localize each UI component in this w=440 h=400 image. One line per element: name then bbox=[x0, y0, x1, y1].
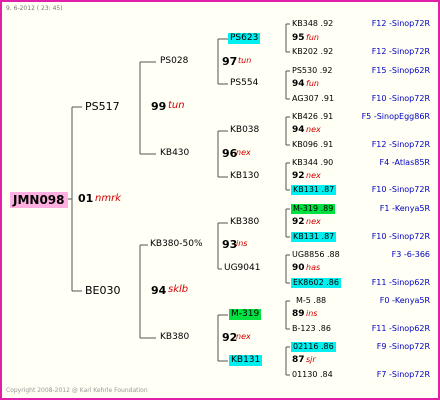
gen1-dam-tag: sklb bbox=[168, 284, 189, 295]
gen4-node[interactable]: KB426 .91 bbox=[292, 113, 333, 121]
gen4-location: F11 -Sinop62R bbox=[371, 278, 430, 287]
gen3-tag: nex bbox=[306, 217, 321, 226]
gen4-location: F12 -Sinop72R bbox=[371, 140, 430, 149]
gen4-node[interactable]: KB202 .92 bbox=[292, 48, 333, 56]
gen4-location: F1 -Kenya5R bbox=[379, 204, 430, 213]
gen4-node[interactable]: UG8856 .88 bbox=[292, 251, 340, 259]
gen4-node[interactable]: 02116 .86 bbox=[291, 342, 336, 352]
gen3-tag: fun bbox=[306, 33, 319, 42]
gen4-location: F4 -Atlas85R bbox=[379, 158, 430, 167]
gen3-number: 92 bbox=[292, 171, 305, 181]
gen4-location: F10 -Sinop72R bbox=[371, 185, 430, 194]
gen2-node[interactable]: KB380-50% bbox=[150, 240, 203, 249]
gen1-sire[interactable]: PS517 bbox=[85, 101, 120, 112]
gen2-node[interactable]: KB380 bbox=[160, 333, 189, 342]
gen1-sire-tag: tun bbox=[168, 100, 185, 111]
gen4-node[interactable]: KB131 .87 bbox=[291, 185, 337, 195]
gen4-location: F15 -Sinop62R bbox=[371, 66, 430, 75]
gen4-node[interactable]: KB344 .90 bbox=[292, 159, 333, 167]
gen3-number: 87 bbox=[292, 355, 305, 365]
gen3-node[interactable]: KB380 bbox=[230, 218, 259, 227]
gen3-number: 95 bbox=[292, 33, 305, 43]
gen4-location: F7 -Sinop72R bbox=[376, 370, 430, 379]
gen4-node[interactable]: KB348 .92 bbox=[292, 20, 333, 28]
gen3-number: 90 bbox=[292, 263, 305, 273]
gen3-node[interactable]: PS623 bbox=[228, 33, 261, 44]
gen4-location: F10 -Sinop72R bbox=[371, 232, 430, 241]
gen4-location: F5 -SinopEgg86R bbox=[361, 112, 430, 121]
gen3-node[interactable]: KB131 bbox=[229, 355, 263, 366]
gen4-location: F3 -6-366 bbox=[391, 250, 430, 259]
gen3-tag: ins bbox=[306, 309, 318, 318]
gen4-node[interactable]: EK8602 .86 bbox=[291, 278, 341, 288]
gen4-node[interactable]: M-319 .89 bbox=[291, 204, 336, 214]
gen3-node[interactable]: KB038 bbox=[230, 126, 259, 135]
gen3-node[interactable]: KB130 bbox=[230, 172, 259, 181]
gen3-tag: sjr bbox=[306, 355, 316, 364]
root-animal[interactable]: JMN098 bbox=[10, 192, 68, 208]
gen3-tag: fun bbox=[306, 79, 319, 88]
gen1-dam-number: 94 bbox=[151, 284, 167, 297]
gen4-location: F10 -Sinop72R bbox=[371, 94, 430, 103]
gen3-node[interactable]: UG9041 bbox=[224, 264, 260, 273]
gen3-tag: nex bbox=[306, 125, 321, 134]
gen4-node[interactable]: 01130 .84 bbox=[292, 371, 333, 379]
gen4-node[interactable]: PS530 .92 bbox=[292, 67, 332, 75]
gen4-node[interactable]: B-123 .86 bbox=[292, 325, 331, 333]
gen3-number: 92 bbox=[292, 217, 305, 227]
gen3-node[interactable]: PS554 bbox=[230, 79, 258, 88]
gen2-node[interactable]: PS028 bbox=[160, 57, 188, 66]
gen3-node[interactable]: M-319 bbox=[229, 309, 262, 320]
copyright-footer: Copyright 2008-2012 @ Karl Kehrle Founda… bbox=[6, 387, 148, 394]
gen2-tag: nex bbox=[236, 148, 251, 157]
gen2-tag: tun bbox=[238, 56, 252, 65]
gen3-number: 94 bbox=[292, 79, 305, 89]
gen2-tag: ins bbox=[236, 239, 248, 248]
gen4-location: F11 -Sinop62R bbox=[371, 324, 430, 333]
gen4-location: F12 -Sinop72R bbox=[371, 19, 430, 28]
gen1-dam[interactable]: BE030 bbox=[85, 285, 121, 296]
gen3-tag: has bbox=[306, 263, 321, 272]
gen4-location: F0 -Kenya5R bbox=[379, 296, 430, 305]
gen3-number: 94 bbox=[292, 125, 305, 135]
gen4-location: F9 -Sinop72R bbox=[376, 342, 430, 351]
gen4-node[interactable]: KB096 .91 bbox=[292, 141, 333, 149]
print-date: 9. 6-2012 ( 23: 45) bbox=[6, 5, 63, 12]
gen2-number: 97 bbox=[222, 55, 238, 68]
root-tag: nmrk bbox=[95, 193, 121, 204]
gen2-node[interactable]: KB430 bbox=[160, 149, 189, 158]
gen3-number: 89 bbox=[292, 309, 305, 319]
gen4-node[interactable]: KB131 .87 bbox=[291, 232, 337, 242]
gen2-tag: nex bbox=[236, 332, 251, 341]
gen1-sire-number: 99 bbox=[151, 100, 167, 113]
gen4-location: F12 -Sinop72R bbox=[371, 47, 430, 56]
gen3-tag: nex bbox=[306, 171, 321, 180]
gen4-node[interactable]: AG307 .91 bbox=[292, 95, 334, 103]
root-number: 01 bbox=[78, 192, 94, 205]
gen4-node[interactable]: M-5 .88 bbox=[296, 297, 326, 305]
